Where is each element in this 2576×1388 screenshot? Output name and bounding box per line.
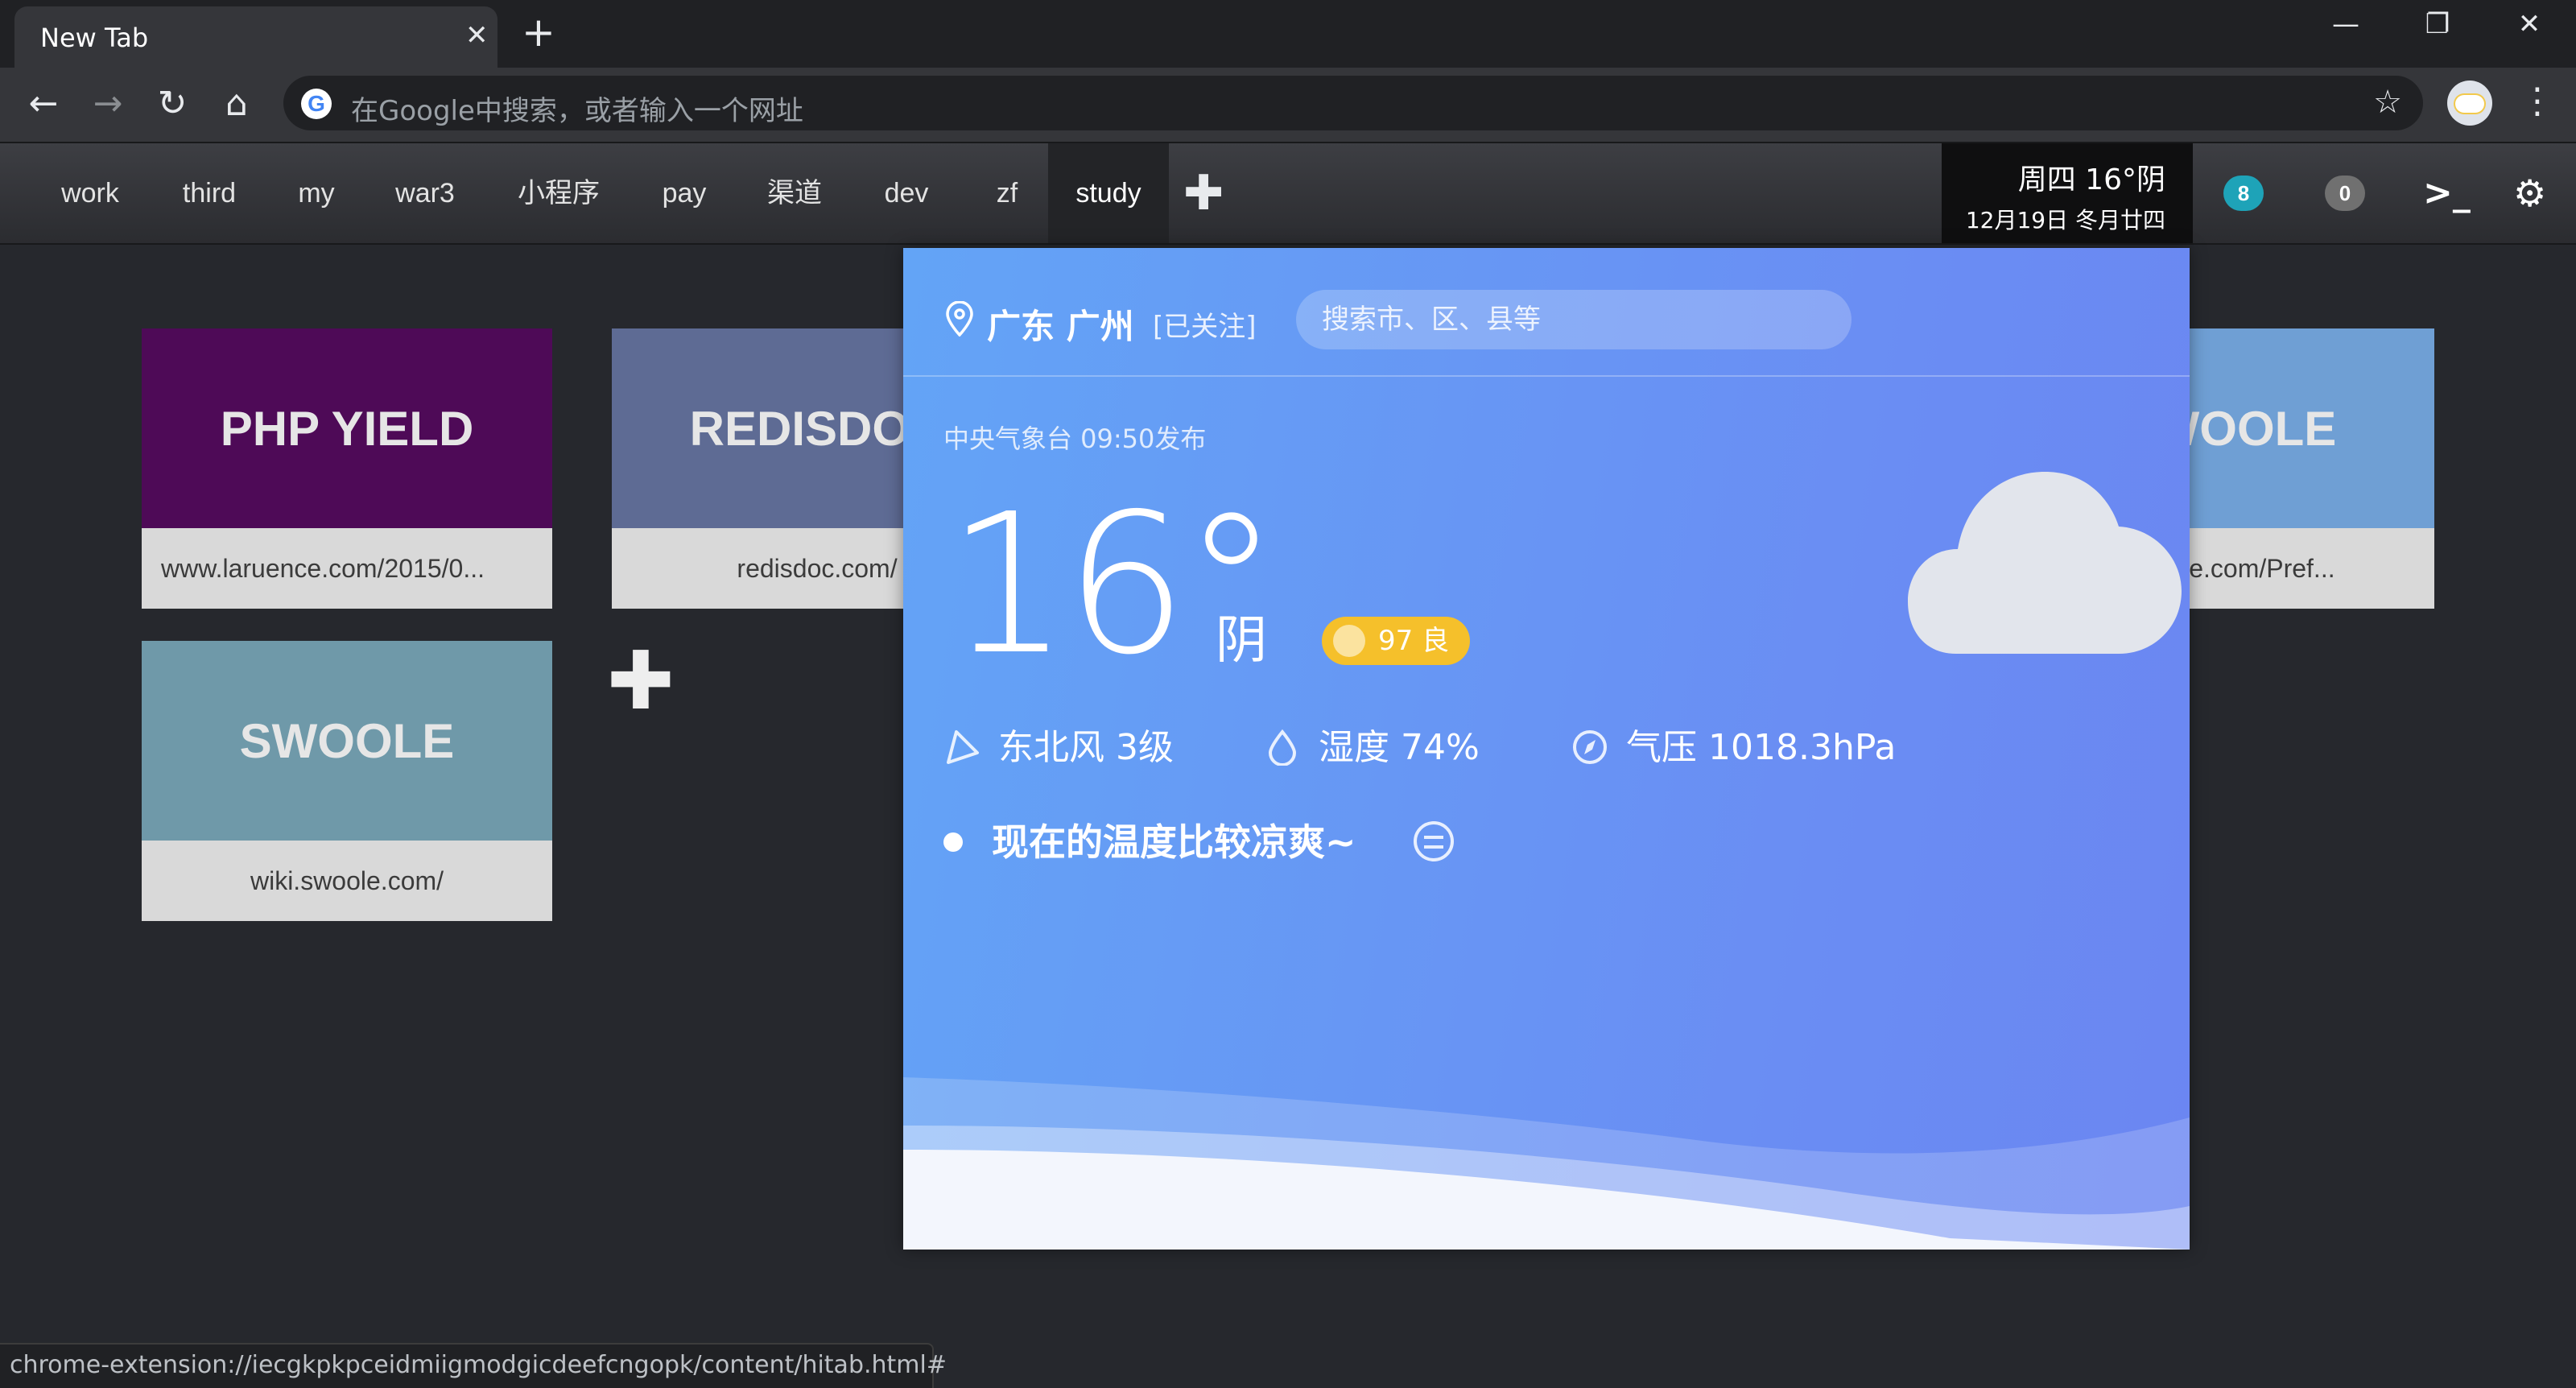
tab-strip: New Tab ✕ + — ❐ ✕ — [0, 0, 2576, 68]
tab-title: New Tab — [40, 23, 149, 53]
new-tab-button[interactable]: + — [522, 10, 555, 55]
nav-item-zf[interactable]: zf — [972, 143, 1042, 243]
location-pin-icon — [946, 301, 973, 337]
notification-badge-gray[interactable]: 0 — [2325, 176, 2365, 211]
weather-popup: 广东 广州 [已关注] 中央气象台 09:50发布 16° 阴 97 良 东北风… — [903, 248, 2190, 1250]
water-drop-icon — [1268, 729, 1297, 766]
google-icon: G — [301, 89, 332, 119]
pressure-text: 气压 1018.3hPa — [1626, 727, 1897, 768]
nav-item-dev[interactable]: dev — [860, 143, 953, 243]
weather-source: 中央气象台 09:50发布 — [943, 423, 1207, 454]
nav-item-channel[interactable]: 渠道 — [749, 143, 840, 243]
back-icon[interactable]: ← — [21, 84, 66, 124]
menu-icon[interactable]: ⋮ — [2520, 81, 2555, 122]
wave-decoration — [903, 1077, 2190, 1250]
nav-item-miniprogram[interactable]: 小程序 — [499, 143, 618, 243]
nav-item-pay[interactable]: pay — [639, 143, 729, 243]
add-tile-icon[interactable]: ✚ — [607, 641, 675, 721]
bookmark-tile[interactable]: PHP YIELD www.laruence.com/2015/0... — [142, 328, 552, 609]
humidity-info: 湿度 74% — [1264, 718, 1480, 770]
browser-toolbar: ← → ↻ ⌂ G 在Google中搜索，或者输入一个网址 ☆ ⋮ — [0, 68, 2576, 142]
weather-tip: 现在的温度比较凉爽~ — [943, 813, 1356, 866]
nav-item-my[interactable]: my — [279, 143, 354, 243]
bookmark-star-icon[interactable]: ☆ — [2373, 84, 2402, 121]
wind-info: 东北风 3级 — [943, 718, 1174, 770]
reload-icon[interactable]: ↻ — [150, 84, 195, 124]
aqi-badge: 97 良 — [1322, 617, 1471, 665]
weather-city[interactable]: 广东 广州 — [987, 299, 1134, 349]
minimize-icon[interactable]: — — [2322, 8, 2370, 40]
date-lunar: 12月19日 冬月廿四 — [1965, 207, 2165, 233]
bullet-dot — [943, 832, 963, 852]
pressure-info: 气压 1018.3hPa — [1571, 718, 1896, 770]
restore-icon[interactable]: ❐ — [2413, 8, 2462, 40]
weather-tip-text: 现在的温度比较凉爽~ — [992, 820, 1356, 864]
humidity-text: 湿度 74% — [1319, 727, 1480, 768]
weather-condition: 阴 — [1216, 611, 1267, 671]
date-weather-widget[interactable]: 周四 16°阴 12月19日 冬月廿四 — [1942, 143, 2193, 243]
tile-title: SWOOLE — [142, 641, 552, 841]
tile-url: wiki.swoole.com/ — [250, 866, 444, 895]
follow-status[interactable]: [已关注] — [1153, 304, 1257, 344]
wind-text: 东北风 3级 — [998, 727, 1174, 768]
switch-tip-icon[interactable] — [1414, 821, 1454, 861]
omnibox[interactable]: G 在Google中搜索，或者输入一个网址 ☆ — [283, 76, 2423, 130]
weather-header: 广东 广州 [已关注] — [903, 248, 2190, 377]
compass-icon — [1573, 730, 1607, 764]
nav-item-study[interactable]: study — [1048, 143, 1169, 243]
home-icon[interactable]: ⌂ — [214, 84, 259, 124]
notification-badge-teal[interactable]: 8 — [2223, 176, 2264, 211]
weather-summary: 周四 16°阴 — [2017, 163, 2165, 196]
city-search-input[interactable] — [1296, 290, 1852, 349]
forward-icon[interactable]: → — [85, 84, 130, 124]
profile-avatar[interactable] — [2447, 81, 2492, 126]
settings-icon[interactable]: ⚙ — [2513, 171, 2546, 216]
wind-direction-icon — [947, 730, 979, 764]
nav-item-third[interactable]: third — [158, 143, 261, 243]
tile-url: www.laruence.com/2015/0... — [161, 554, 485, 583]
omnibox-placeholder[interactable]: 在Google中搜索，或者输入一个网址 — [351, 89, 803, 128]
tile-title: PHP YIELD — [142, 328, 552, 528]
status-bar-url: chrome-extension://iecgkpkpceidmiigmodgi… — [0, 1343, 947, 1388]
window-close-icon[interactable]: ✕ — [2505, 8, 2553, 40]
nav-item-work[interactable]: work — [42, 143, 138, 243]
nav-item-war3[interactable]: war3 — [375, 143, 475, 243]
tab-new-tab[interactable]: New Tab ✕ — [14, 6, 497, 68]
add-category-icon[interactable]: ✚ — [1183, 167, 1224, 219]
category-nav: work third my war3 小程序 pay 渠道 dev zf stu… — [0, 142, 2576, 245]
close-icon[interactable]: ✕ — [465, 19, 489, 52]
cloud-icon — [1908, 472, 2182, 654]
bookmark-tile[interactable]: SWOOLE wiki.swoole.com/ — [142, 641, 552, 921]
terminal-icon[interactable]: >_ — [2423, 171, 2471, 216]
